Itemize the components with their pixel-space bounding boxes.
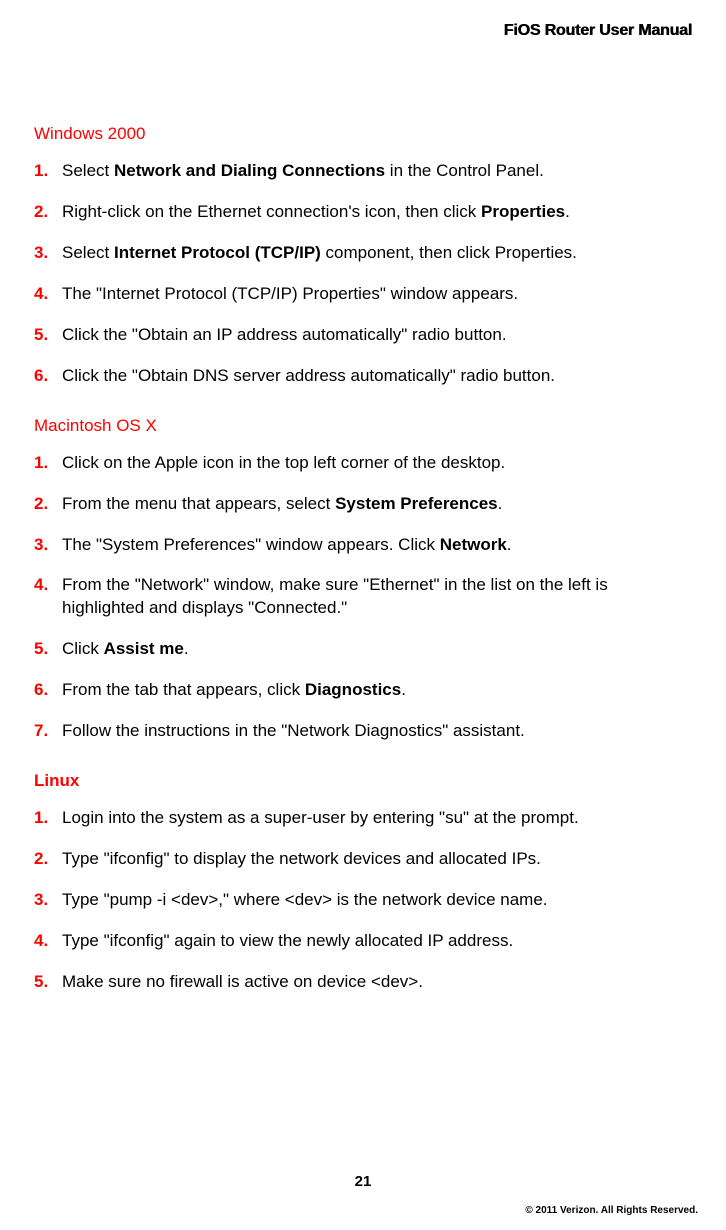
step-body: Right-click on the Ethernet connection's… (62, 201, 692, 224)
step-body: Click the "Obtain an IP address automati… (62, 324, 692, 347)
list-item: 2. From the menu that appears, select Sy… (34, 493, 692, 516)
list-item: 2. Right-click on the Ethernet connectio… (34, 201, 692, 224)
step-number: 4. (34, 574, 62, 597)
step-number: 1. (34, 452, 62, 475)
section-heading-macosx: Macintosh OS X (34, 416, 692, 436)
step-number: 3. (34, 242, 62, 265)
list-item: 2. Type "ifconfig" to display the networ… (34, 848, 692, 871)
list-item: 4. Type "ifconfig" again to view the new… (34, 930, 692, 953)
step-number: 2. (34, 493, 62, 516)
step-number: 6. (34, 365, 62, 388)
list-item: 6. From the tab that appears, click Diag… (34, 679, 692, 702)
section-heading-windows-2000: Windows 2000 (34, 124, 692, 144)
page-header-title: FiOS Router User Manual (504, 22, 692, 40)
step-body: The "Internet Protocol (TCP/IP) Properti… (62, 283, 692, 306)
list-item: 6. Click the "Obtain DNS server address … (34, 365, 692, 388)
step-number: 6. (34, 679, 62, 702)
step-body: Click Assist me. (62, 638, 692, 661)
step-number: 2. (34, 848, 62, 871)
list-item: 3. Type "pump -i <dev>," where <dev> is … (34, 889, 692, 912)
step-body: From the "Network" window, make sure "Et… (62, 574, 692, 620)
list-item: 5. Click the "Obtain an IP address autom… (34, 324, 692, 347)
steps-linux: 1. Login into the system as a super-user… (34, 807, 692, 994)
list-item: 1. Login into the system as a super-user… (34, 807, 692, 830)
step-body: Select Internet Protocol (TCP/IP) compon… (62, 242, 692, 265)
step-number: 4. (34, 930, 62, 953)
list-item: 4. The "Internet Protocol (TCP/IP) Prope… (34, 283, 692, 306)
step-body: Follow the instructions in the "Network … (62, 720, 692, 743)
step-body: The "System Preferences" window appears.… (62, 534, 692, 557)
copyright-notice: © 2011 Verizon. All Rights Reserved. (525, 1205, 698, 1216)
step-number: 3. (34, 889, 62, 912)
page-number: 21 (355, 1173, 372, 1190)
step-body: Type "pump -i <dev>," where <dev> is the… (62, 889, 692, 912)
step-body: Login into the system as a super-user by… (62, 807, 692, 830)
step-body: From the tab that appears, click Diagnos… (62, 679, 692, 702)
list-item: 3. The "System Preferences" window appea… (34, 534, 692, 557)
step-body: Select Network and Dialing Connections i… (62, 160, 692, 183)
step-body: Type "ifconfig" to display the network d… (62, 848, 692, 871)
list-item: 5. Click Assist me. (34, 638, 692, 661)
list-item: 3. Select Internet Protocol (TCP/IP) com… (34, 242, 692, 265)
section-heading-linux: Linux (34, 771, 692, 791)
step-number: 7. (34, 720, 62, 743)
step-number: 5. (34, 324, 62, 347)
list-item: 4. From the "Network" window, make sure … (34, 574, 692, 620)
steps-windows-2000: 1. Select Network and Dialing Connection… (34, 160, 692, 388)
step-number: 4. (34, 283, 62, 306)
step-number: 5. (34, 971, 62, 994)
list-item: 5. Make sure no firewall is active on de… (34, 971, 692, 994)
step-body: Make sure no firewall is active on devic… (62, 971, 692, 994)
step-body: Click on the Apple icon in the top left … (62, 452, 692, 475)
step-body: Click the "Obtain DNS server address aut… (62, 365, 692, 388)
main-content: Windows 2000 1. Select Network and Diali… (34, 0, 692, 994)
step-number: 2. (34, 201, 62, 224)
list-item: 1. Select Network and Dialing Connection… (34, 160, 692, 183)
steps-macosx: 1. Click on the Apple icon in the top le… (34, 452, 692, 744)
step-number: 1. (34, 160, 62, 183)
step-body: From the menu that appears, select Syste… (62, 493, 692, 516)
list-item: 1. Click on the Apple icon in the top le… (34, 452, 692, 475)
step-number: 5. (34, 638, 62, 661)
step-number: 3. (34, 534, 62, 557)
step-body: Type "ifconfig" again to view the newly … (62, 930, 692, 953)
list-item: 7. Follow the instructions in the "Netwo… (34, 720, 692, 743)
step-number: 1. (34, 807, 62, 830)
